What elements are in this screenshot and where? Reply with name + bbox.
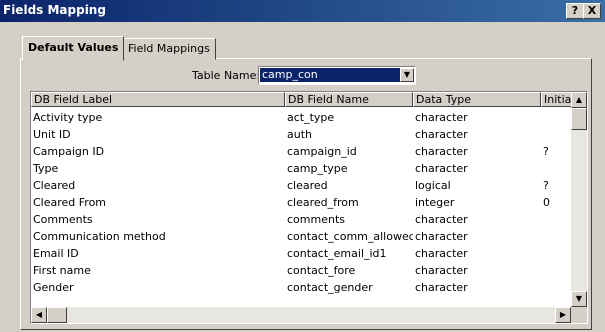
column-header-db-field-name[interactable]: DB Field Name <box>285 92 413 107</box>
table-row[interactable]: Email ID contact_email_id1 character <box>31 245 571 262</box>
vertical-scrollbar[interactable]: ▲ ▼ <box>571 92 587 307</box>
cell-db-field-label: Campaign ID <box>33 145 105 158</box>
cell-db-field-name: comments <box>287 213 345 226</box>
table-name-label: Table Name: <box>192 69 261 82</box>
cell-db-field-label: Activity type <box>33 111 103 124</box>
table-row[interactable]: Comments comments character <box>31 211 571 228</box>
table-row[interactable]: Unit ID auth character <box>31 126 571 143</box>
cell-initial: ? <box>543 145 549 158</box>
chevron-down-icon[interactable]: ▼ <box>400 68 414 82</box>
table-row[interactable]: Gender contact_gender character <box>31 279 571 296</box>
column-header-db-field-label[interactable]: DB Field Label <box>31 92 285 107</box>
cell-db-field-name: act_type <box>287 111 335 124</box>
cell-data-type: character <box>415 162 468 175</box>
arrow-up-icon[interactable]: ▲ <box>571 92 587 108</box>
table-row[interactable]: Activity type act_type character <box>31 109 571 126</box>
tab-default-values[interactable]: Default Values <box>22 36 125 61</box>
cell-db-field-name: cleared_from <box>287 196 359 209</box>
cell-data-type: character <box>415 247 468 260</box>
scroll-corner <box>571 307 587 323</box>
cell-db-field-name: cleared <box>287 179 328 192</box>
cell-initial: ? <box>543 179 549 192</box>
cell-data-type: character <box>415 145 468 158</box>
horizontal-scrollbar[interactable]: ◀ ▶ <box>31 307 571 323</box>
cell-data-type: character <box>415 230 468 243</box>
cell-db-field-name: camp_type <box>287 162 348 175</box>
cell-db-field-label: Unit ID <box>33 128 71 141</box>
grid-header: DB Field Label DB Field Name Data Type I… <box>31 92 572 108</box>
cell-db-field-name: contact_fore <box>287 264 356 277</box>
cell-db-field-label: First name <box>33 264 91 277</box>
cell-db-field-label: Communication method <box>33 230 166 243</box>
table-row[interactable]: First name contact_fore character <box>31 262 571 279</box>
table-name-value: camp_con <box>260 68 400 82</box>
cell-data-type: integer <box>415 196 455 209</box>
cell-db-field-label: Cleared <box>33 179 76 192</box>
cell-db-field-name: contact_email_id1 <box>287 247 387 260</box>
cell-db-field-label: Type <box>33 162 59 175</box>
cell-data-type: character <box>415 281 468 294</box>
cell-data-type: character <box>415 213 468 226</box>
horizontal-scroll-thumb[interactable] <box>47 307 67 323</box>
tab-field-mappings[interactable]: Field Mappings <box>122 38 216 60</box>
cell-db-field-name: campaign_id <box>287 145 357 158</box>
table-row[interactable]: Communication method contact_comm_allowed… <box>31 228 571 245</box>
arrow-down-icon[interactable]: ▼ <box>571 291 587 307</box>
window-title: Fields Mapping <box>3 3 106 17</box>
cell-db-field-label: Email ID <box>33 247 79 260</box>
cell-db-field-name: auth <box>287 128 312 141</box>
fields-grid: DB Field Label DB Field Name Data Type I… <box>30 91 588 324</box>
cell-initial: 0 <box>543 196 550 209</box>
arrow-right-icon[interactable]: ▶ <box>555 307 571 323</box>
close-button[interactable]: X <box>583 3 601 19</box>
fields-mapping-dialog: Fields Mapping ? X Default Values Field … <box>0 0 605 332</box>
cell-data-type: character <box>415 111 468 124</box>
cell-db-field-name: contact_gender <box>287 281 373 294</box>
cell-db-field-name: contact_comm_allowed <box>287 230 413 243</box>
table-row[interactable]: Cleared From cleared_from integer 0 <box>31 194 571 211</box>
table-row[interactable]: Campaign ID campaign_id character? <box>31 143 571 160</box>
title-bar[interactable]: Fields Mapping ? X <box>0 0 605 22</box>
column-header-initial[interactable]: Initial <box>541 92 572 107</box>
table-row[interactable]: Cleared cleared logical? <box>31 177 571 194</box>
cell-data-type: logical <box>415 179 451 192</box>
table-row[interactable]: Type camp_type character <box>31 160 571 177</box>
column-header-data-type[interactable]: Data Type <box>413 92 541 107</box>
cell-db-field-label: Comments <box>33 213 93 226</box>
cell-data-type: character <box>415 128 468 141</box>
cell-db-field-label: Cleared From <box>33 196 107 209</box>
vertical-scroll-thumb[interactable] <box>571 108 587 130</box>
table-name-select[interactable]: camp_con ▼ <box>258 66 416 85</box>
cell-data-type: character <box>415 264 468 277</box>
help-button[interactable]: ? <box>566 3 584 19</box>
cell-db-field-label: Gender <box>33 281 74 294</box>
arrow-left-icon[interactable]: ◀ <box>31 307 47 323</box>
